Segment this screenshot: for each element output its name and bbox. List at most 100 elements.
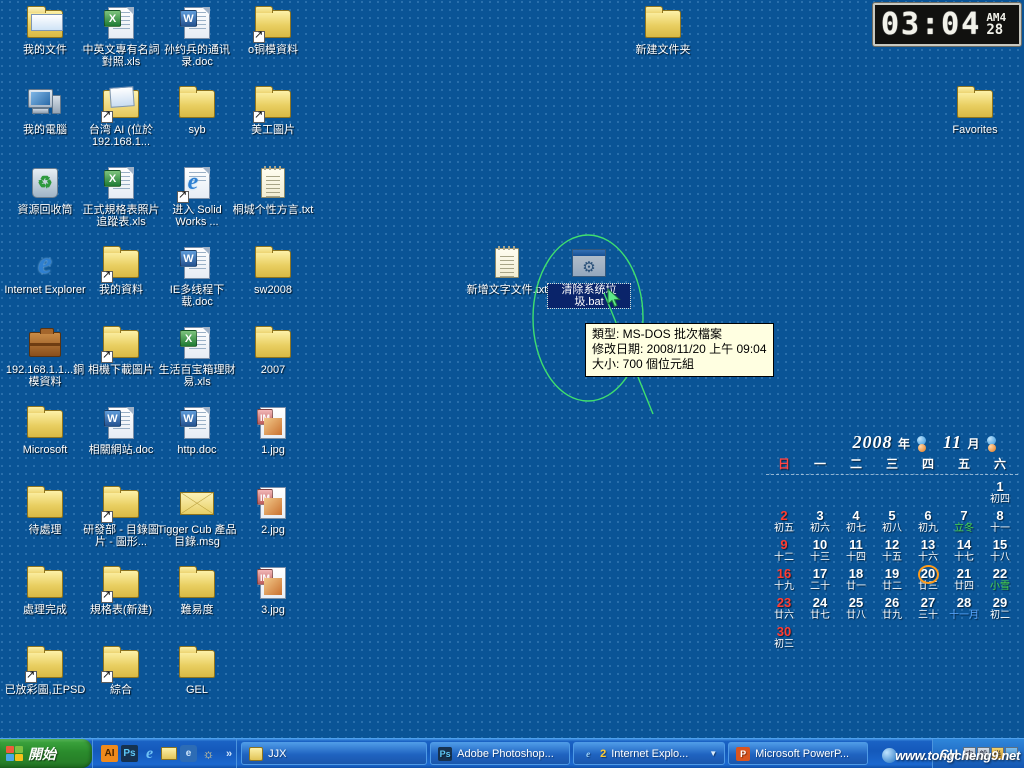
ime-toolbar[interactable]: 中 般 半 • xyxy=(963,747,1018,760)
ime-keyboard-icon[interactable]: 半 xyxy=(991,747,1004,760)
desktop-icon[interactable]: IM 1.jpg xyxy=(232,404,314,456)
calendar-day-cell[interactable]: 10 十三 xyxy=(802,537,838,566)
desktop-icon[interactable]: 難易度 xyxy=(156,564,238,616)
calendar-day-cell[interactable]: 11 十四 xyxy=(838,537,874,566)
desktop-icon[interactable]: 規格表(新建) xyxy=(80,564,162,616)
desktop-icon[interactable]: Favorites xyxy=(934,84,1016,136)
desktop-icon[interactable]: 資源回收筒 xyxy=(4,164,86,216)
desktop-icon[interactable]: IM 2.jpg xyxy=(232,484,314,536)
calendar-day-cell[interactable]: 21 廿四 xyxy=(946,566,982,595)
desktop-icon[interactable]: 相機下載圖片 xyxy=(80,324,162,376)
calendar-day-cell[interactable]: 16 十九 xyxy=(766,566,802,595)
ime-mode-icon[interactable]: 中 xyxy=(963,747,976,760)
calendar-day-cell[interactable]: 29 初二 xyxy=(982,595,1018,624)
desktop-icon[interactable]: Tigger Cub 產品目錄.msg xyxy=(156,484,238,548)
desktop-icon-selected[interactable]: ⚙ 清除系统垃圾.bat xyxy=(547,244,631,310)
calendar-day-cell[interactable]: 4 初七 xyxy=(838,508,874,537)
desktop-icon[interactable]: 我的資料 xyxy=(80,244,162,296)
desktop-icon[interactable]: 新建文件夹 xyxy=(622,4,704,56)
desktop-icon[interactable]: GEL xyxy=(156,644,238,696)
excel-spreadsheet-icon: X xyxy=(104,7,134,39)
task-button-list: JJX Ps Adobe Photoshop... e 2 Internet E… xyxy=(236,739,932,768)
calendar-year: 2008 xyxy=(852,432,893,452)
calendar-day-cell[interactable]: 7 立冬 xyxy=(946,508,982,537)
photoshop-icon[interactable]: Ps xyxy=(121,745,138,762)
desktop-icon[interactable]: e Internet Explorer xyxy=(4,244,86,297)
desktop-calendar-widget[interactable]: 2008 年 11 月 日一二三四五六 1 初四 2 初五 3 初六 4 初七 5 初八 6 初九 7 立… xyxy=(766,432,1018,653)
internet-explorer-icon[interactable]: e xyxy=(141,745,158,762)
shortcut-arrow-icon xyxy=(253,29,265,43)
calendar-day-cell[interactable]: 28 十一月 xyxy=(946,595,982,624)
calendar-day-cell[interactable]: 13 十六 xyxy=(910,537,946,566)
ime-input-icon[interactable]: 般 xyxy=(977,747,990,760)
desktop-icon[interactable]: 2007 xyxy=(232,324,314,376)
calendar-day-cell[interactable]: 2 初五 xyxy=(766,508,802,537)
calendar-lunar-day: 十九 xyxy=(774,581,794,592)
ime-language-label[interactable]: CH xyxy=(941,747,958,761)
ime-pad-icon[interactable]: • xyxy=(1005,747,1018,760)
desktop-icon[interactable]: Microsoft xyxy=(4,404,86,456)
show-desktop-icon[interactable]: ☼ xyxy=(200,745,217,762)
calendar-weekday: 二 xyxy=(849,457,862,471)
desktop-icon[interactable]: e进入 Solid Works ... xyxy=(156,164,238,228)
task-button-photoshop[interactable]: Ps Adobe Photoshop... xyxy=(430,742,571,765)
calendar-day-cell[interactable]: 24 廿七 xyxy=(802,595,838,624)
calendar-day-cell[interactable]: 1 初四 xyxy=(982,479,1018,508)
folder-icon[interactable] xyxy=(161,747,177,760)
calendar-day-cell[interactable]: 26 廿九 xyxy=(874,595,910,624)
desktop-icon[interactable]: X 生活百宝箱理財易.xls xyxy=(156,324,238,388)
task-button-powerpoint[interactable]: P Microsoft PowerP... xyxy=(728,742,869,765)
calendar-day-cell[interactable]: 23 廿六 xyxy=(766,595,802,624)
desktop-icon[interactable]: 已放彩圖,正PSD xyxy=(4,644,86,696)
calendar-day-cell[interactable]: 18 廿一 xyxy=(838,566,874,595)
desktop-icon-glyph xyxy=(26,4,64,42)
desktop-icon[interactable]: 美工圖片 xyxy=(232,84,314,136)
desktop-icon[interactable]: W 孙约兵的通讯录.doc xyxy=(156,4,238,68)
outlook-express-icon[interactable]: e xyxy=(180,745,197,762)
desktop-icon[interactable]: X 中英文專有名詞對照.xls xyxy=(80,4,162,68)
desktop-icon[interactable]: 處理完成 xyxy=(4,564,86,616)
desktop-icon[interactable]: X 正式規格表照片追蹤表.xls xyxy=(80,164,162,228)
task-button-internet-explorer[interactable]: e 2 Internet Explo... ▼ xyxy=(573,742,726,765)
start-button-label: 開始 xyxy=(28,745,56,762)
desktop-icon[interactable]: 研發部 - 目錄圖片 - 圖形... xyxy=(80,484,162,548)
calendar-day-cell[interactable]: 15 十八 xyxy=(982,537,1018,566)
calendar-day-cell[interactable]: 30 初三 xyxy=(766,624,802,653)
task-button-jjx[interactable]: JJX xyxy=(241,742,428,765)
calendar-day-cell[interactable]: 9 十二 xyxy=(766,537,802,566)
desktop-icon[interactable]: 待處理 xyxy=(4,484,86,536)
calendar-day-cell[interactable]: 25 廿八 xyxy=(838,595,874,624)
calendar-month-suffix: 月 xyxy=(967,437,981,451)
calendar-day-cell[interactable]: 12 十五 xyxy=(874,537,910,566)
desktop-icon[interactable]: 我的文件 xyxy=(4,4,86,56)
chevron-down-icon[interactable]: ▼ xyxy=(709,749,717,758)
desktop-icon[interactable]: Whttp.doc xyxy=(156,404,238,456)
calendar-lunar-day: 十二 xyxy=(774,552,794,563)
calendar-day-cell[interactable]: 17 二十 xyxy=(802,566,838,595)
calendar-day-cell[interactable]: 5 初八 xyxy=(874,508,910,537)
desktop-icon[interactable]: 台湾 AI (位於 192.168.1... xyxy=(80,84,162,148)
desktop-icon[interactable]: 192.168.1.1...銅模資料 xyxy=(4,324,86,388)
calendar-day-cell[interactable]: 22 小雪 xyxy=(982,566,1018,595)
desktop-icon[interactable]: 桐城个性方言.txt xyxy=(232,164,314,216)
desktop-icon[interactable]: syb xyxy=(156,84,238,136)
illustrator-icon[interactable]: AI xyxy=(101,745,118,762)
desktop-icon[interactable]: IM 3.jpg xyxy=(232,564,314,616)
calendar-day-cell[interactable]: 8 十一 xyxy=(982,508,1018,537)
calendar-day-cell[interactable]: 20 廿三 xyxy=(910,565,946,595)
chevron-right-icon[interactable]: » xyxy=(226,748,232,760)
desktop-icon[interactable]: W 相關網站.doc xyxy=(80,404,162,456)
desktop-icon[interactable]: sw2008 xyxy=(232,244,314,296)
calendar-day-cell[interactable]: 27 三十 xyxy=(910,595,946,624)
lcd-clock-widget[interactable]: 03:04 AM4 28 xyxy=(873,3,1021,46)
desktop-icon[interactable]: W IE多线程下载.doc xyxy=(156,244,238,308)
desktop-icon[interactable]: 新增文字文件.txt xyxy=(466,244,548,296)
calendar-day-cell[interactable]: 6 初九 xyxy=(910,508,946,537)
desktop-icon[interactable]: o铜模資料 xyxy=(232,4,314,56)
start-button[interactable]: 開始 xyxy=(0,739,92,768)
desktop-icon[interactable]: 綜合 xyxy=(80,644,162,696)
calendar-day-cell[interactable]: 14 十七 xyxy=(946,537,982,566)
desktop-icon[interactable]: 我的電腦 xyxy=(4,84,86,136)
calendar-day-cell[interactable]: 19 廿二 xyxy=(874,566,910,595)
calendar-day-cell[interactable]: 3 初六 xyxy=(802,508,838,537)
